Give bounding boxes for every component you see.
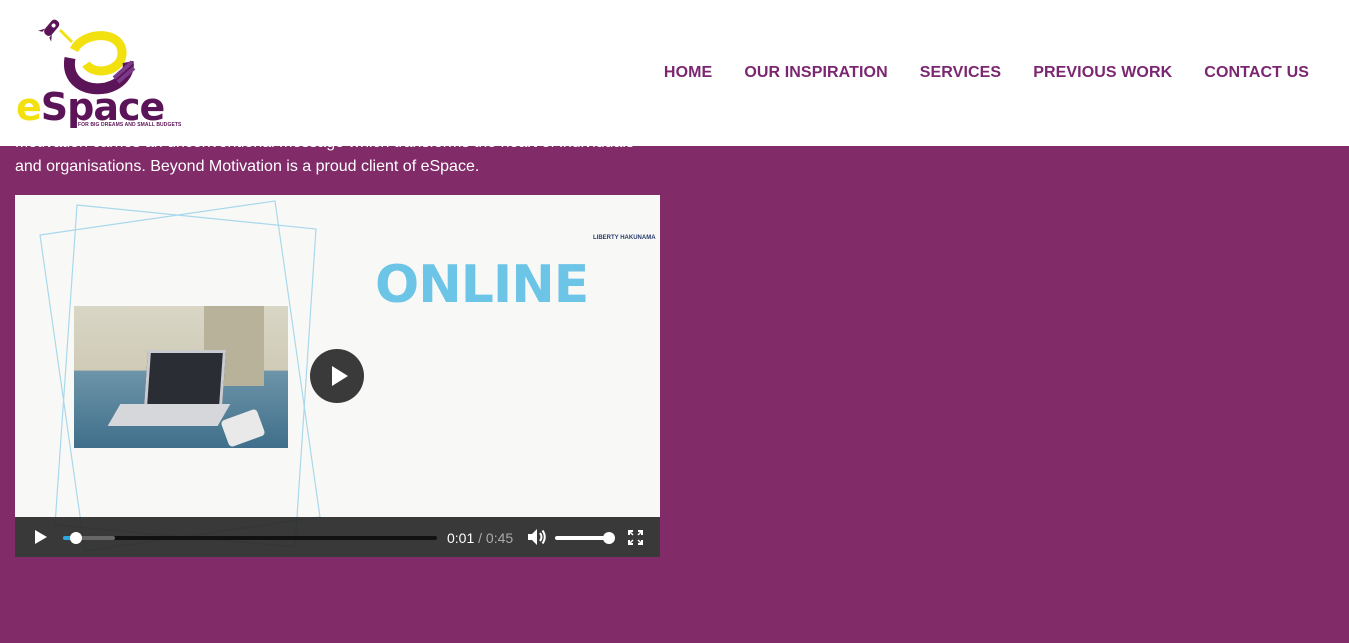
duration: 0:45 [485,530,514,546]
site-header: eSpace FOR BIG DREAMS AND SMALL BUDGETS … [0,0,1349,146]
video-controls: 0:01 / 0:45 [15,517,660,557]
main-nav: HOME OUR INSPIRATION SERVICES PREVIOUS W… [664,64,1309,82]
nav-home[interactable]: HOME [664,64,712,82]
play-icon[interactable] [35,530,47,544]
nav-services[interactable]: SERVICES [920,64,1001,82]
volume-thumb[interactable] [603,532,615,544]
page: eSpace FOR BIG DREAMS AND SMALL BUDGETS … [0,0,1349,643]
progress-thumb[interactable] [70,532,83,544]
nav-our-inspiration[interactable]: OUR INSPIRATION [744,64,887,82]
time-separator: / [478,530,483,546]
logo-tagline: FOR BIG DREAMS AND SMALL BUDGETS [78,122,182,128]
logo-wordmark: eSpace [16,85,165,129]
video-player[interactable]: ONLINE LIBERTY HAKUNAMA 0:01 / 0:45 [15,195,660,557]
espace-logo[interactable]: eSpace FOR BIG DREAMS AND SMALL BUDGETS [14,10,184,134]
video-brand-logo: LIBERTY HAKUNAMA [593,235,656,241]
nav-previous-work[interactable]: PREVIOUS WORK [1033,64,1172,82]
volume-level [555,536,609,540]
volume-icon[interactable] [527,528,547,546]
nav-contact-us[interactable]: CONTACT US [1204,64,1309,82]
progress-bar[interactable] [63,532,437,544]
overlay-title: ONLINE [375,255,589,315]
volume-slider[interactable] [555,532,615,544]
current-time: 0:01 [447,530,475,546]
big-play-button[interactable] [310,349,364,403]
intro-line-2: and organisations. Beyond Motivation is … [15,158,480,175]
fullscreen-icon[interactable] [628,530,643,545]
classroom-laptop-image [74,306,288,448]
time-display: 0:01 / 0:45 [447,530,513,546]
